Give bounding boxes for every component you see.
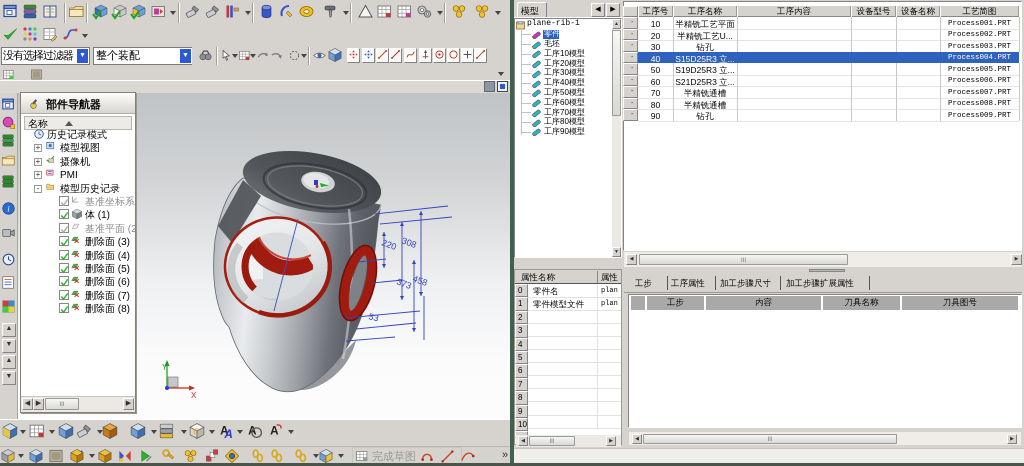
svg-text:X: X bbox=[191, 391, 197, 398]
svg-text:A: A bbox=[248, 425, 257, 439]
svg-text:220: 220 bbox=[380, 237, 398, 252]
svg-text:308: 308 bbox=[400, 235, 418, 250]
svg-text:A: A bbox=[223, 428, 232, 440]
svg-text:53: 53 bbox=[367, 311, 379, 323]
svg-text:C: C bbox=[193, 427, 199, 438]
svg-text:A: A bbox=[270, 425, 279, 439]
svg-text:373: 373 bbox=[395, 276, 413, 291]
svg-text:+: + bbox=[79, 448, 83, 456]
svg-text:Y: Y bbox=[162, 363, 168, 373]
